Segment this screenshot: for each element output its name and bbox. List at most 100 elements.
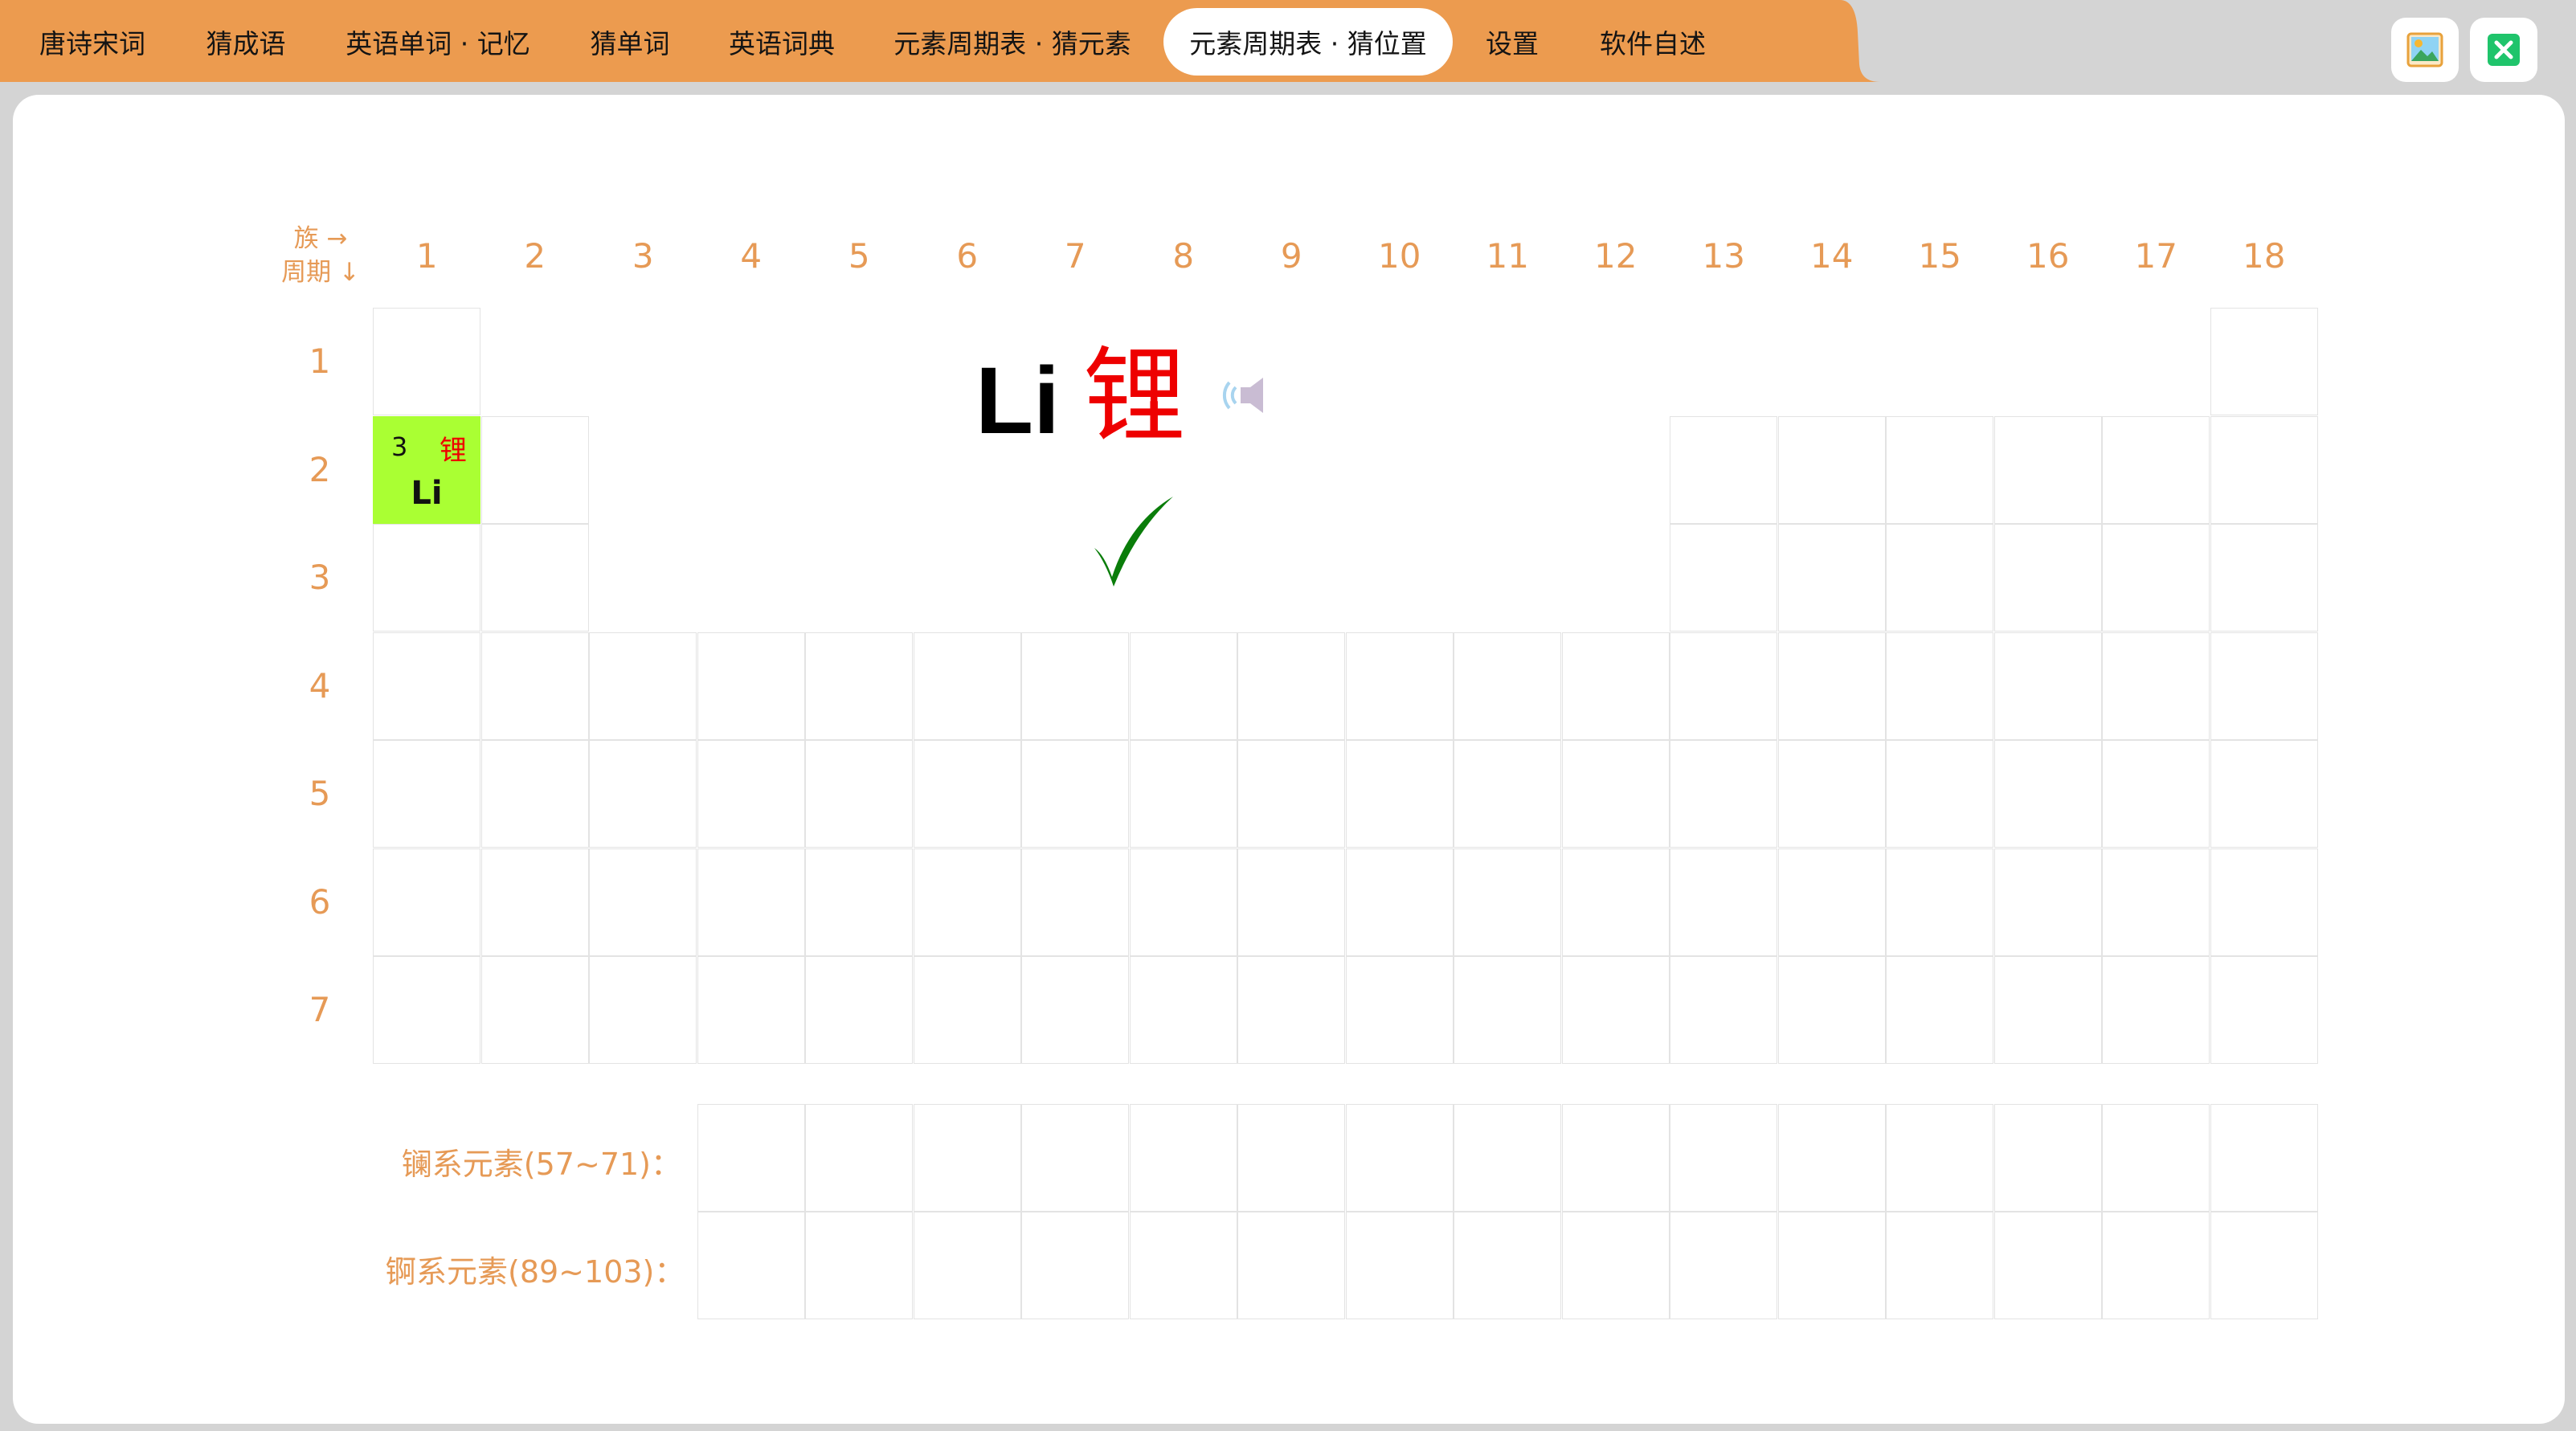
tab-idioms[interactable]: 猜成语 bbox=[186, 8, 305, 76]
actinide-cell-1[interactable] bbox=[697, 1212, 805, 1319]
table-cell-p4-g13[interactable] bbox=[1670, 632, 1777, 740]
tab-dictionary[interactable]: 英语词典 bbox=[707, 8, 857, 76]
table-cell-p6-g3[interactable] bbox=[589, 848, 697, 956]
table-cell-p6-g4[interactable] bbox=[697, 848, 805, 956]
table-cell-p2-g16[interactable] bbox=[1993, 415, 2102, 524]
actinide-cell-9[interactable] bbox=[1561, 1212, 1670, 1319]
table-cell-p5-g13[interactable] bbox=[1670, 740, 1777, 848]
table-cell-p5-g11[interactable] bbox=[1454, 740, 1561, 848]
table-cell-p4-g18[interactable] bbox=[2210, 632, 2318, 740]
placed-element-cell[interactable]: 3 锂 Li bbox=[373, 415, 480, 524]
table-cell-p3-g13[interactable] bbox=[1670, 524, 1777, 632]
table-cell-p5-g10[interactable] bbox=[1345, 740, 1454, 848]
table-cell-p7-g3[interactable] bbox=[589, 956, 697, 1064]
table-cell-p4-g4[interactable] bbox=[697, 632, 805, 740]
table-cell-p7-g7[interactable] bbox=[1021, 956, 1129, 1064]
table-cell-p4-g17[interactable] bbox=[2102, 632, 2210, 740]
table-cell-p6-g18[interactable] bbox=[2210, 848, 2318, 956]
lanthanide-cell-6[interactable] bbox=[1237, 1104, 1345, 1212]
table-cell-p2-g17[interactable] bbox=[2102, 415, 2210, 524]
table-cell-p6-g13[interactable] bbox=[1670, 848, 1777, 956]
table-cell-p1-g1[interactable] bbox=[373, 308, 480, 415]
table-cell-p7-g18[interactable] bbox=[2210, 956, 2318, 1064]
close-button[interactable] bbox=[2470, 18, 2537, 82]
table-cell-p5-g14[interactable] bbox=[1777, 740, 1886, 848]
table-cell-p7-g5[interactable] bbox=[805, 956, 913, 1064]
table-cell-p5-g3[interactable] bbox=[589, 740, 697, 848]
table-cell-p3-g2[interactable] bbox=[480, 524, 589, 632]
table-cell-p6-g11[interactable] bbox=[1454, 848, 1561, 956]
actinide-cell-12[interactable] bbox=[1886, 1212, 1993, 1319]
table-cell-p2-g13[interactable] bbox=[1670, 415, 1777, 524]
table-cell-p2-g18[interactable] bbox=[2210, 415, 2318, 524]
table-cell-p4-g6[interactable] bbox=[913, 632, 1021, 740]
table-cell-p6-g10[interactable] bbox=[1345, 848, 1454, 956]
table-cell-p6-g9[interactable] bbox=[1237, 848, 1345, 956]
actinide-cell-7[interactable] bbox=[1345, 1212, 1454, 1319]
table-cell-p6-g14[interactable] bbox=[1777, 848, 1886, 956]
table-cell-p6-g7[interactable] bbox=[1021, 848, 1129, 956]
table-cell-p4-g2[interactable] bbox=[480, 632, 589, 740]
table-cell-p3-g1[interactable] bbox=[373, 524, 480, 632]
table-cell-p4-g16[interactable] bbox=[1993, 632, 2102, 740]
table-cell-p4-g15[interactable] bbox=[1886, 632, 1993, 740]
table-cell-p5-g18[interactable] bbox=[2210, 740, 2318, 848]
table-cell-p6-g2[interactable] bbox=[480, 848, 589, 956]
table-cell-p5-g8[interactable] bbox=[1129, 740, 1237, 848]
table-cell-p3-g17[interactable] bbox=[2102, 524, 2210, 632]
tab-guess-position[interactable]: 元素周期表 · 猜位置 bbox=[1163, 8, 1453, 76]
table-cell-p7-g13[interactable] bbox=[1670, 956, 1777, 1064]
tab-guess-word[interactable]: 猜单词 bbox=[570, 8, 689, 76]
lanthanide-cell-8[interactable] bbox=[1454, 1104, 1561, 1212]
tab-about[interactable]: 软件自述 bbox=[1584, 8, 1721, 76]
table-cell-p5-g12[interactable] bbox=[1561, 740, 1670, 848]
tab-settings[interactable]: 设置 bbox=[1472, 8, 1552, 76]
lanthanide-cell-13[interactable] bbox=[1993, 1104, 2102, 1212]
actinide-cell-13[interactable] bbox=[1993, 1212, 2102, 1319]
table-cell-p7-g15[interactable] bbox=[1886, 956, 1993, 1064]
actinide-cell-3[interactable] bbox=[913, 1212, 1021, 1319]
table-cell-p4-g3[interactable] bbox=[589, 632, 697, 740]
lanthanide-cell-7[interactable] bbox=[1345, 1104, 1454, 1212]
table-cell-p6-g15[interactable] bbox=[1886, 848, 1993, 956]
tab-poems[interactable]: 唐诗宋词 bbox=[18, 8, 167, 76]
table-cell-p5-g7[interactable] bbox=[1021, 740, 1129, 848]
actinide-cell-6[interactable] bbox=[1237, 1212, 1345, 1319]
table-cell-p7-g6[interactable] bbox=[913, 956, 1021, 1064]
table-cell-p7-g1[interactable] bbox=[373, 956, 480, 1064]
lanthanide-cell-15[interactable] bbox=[2210, 1104, 2318, 1212]
table-cell-p6-g17[interactable] bbox=[2102, 848, 2210, 956]
table-cell-p5-g5[interactable] bbox=[805, 740, 913, 848]
table-cell-p5-g2[interactable] bbox=[480, 740, 589, 848]
table-cell-p6-g12[interactable] bbox=[1561, 848, 1670, 956]
lanthanide-cell-12[interactable] bbox=[1886, 1104, 1993, 1212]
lanthanide-cell-9[interactable] bbox=[1561, 1104, 1670, 1212]
table-cell-p7-g14[interactable] bbox=[1777, 956, 1886, 1064]
actinide-cell-4[interactable] bbox=[1021, 1212, 1129, 1319]
table-cell-p3-g14[interactable] bbox=[1777, 524, 1886, 632]
lanthanide-cell-1[interactable] bbox=[697, 1104, 805, 1212]
tab-guess-element[interactable]: 元素周期表 · 猜元素 bbox=[876, 8, 1149, 76]
table-cell-p5-g4[interactable] bbox=[697, 740, 805, 848]
actinide-cell-8[interactable] bbox=[1454, 1212, 1561, 1319]
lanthanide-cell-10[interactable] bbox=[1670, 1104, 1777, 1212]
table-cell-p2-g15[interactable] bbox=[1886, 415, 1993, 524]
table-cell-p4-g10[interactable] bbox=[1345, 632, 1454, 740]
table-cell-p7-g17[interactable] bbox=[2102, 956, 2210, 1064]
table-cell-p7-g12[interactable] bbox=[1561, 956, 1670, 1064]
table-cell-p1-g18[interactable] bbox=[2210, 308, 2318, 415]
lanthanide-cell-4[interactable] bbox=[1021, 1104, 1129, 1212]
actinide-cell-5[interactable] bbox=[1129, 1212, 1237, 1319]
table-cell-p5-g16[interactable] bbox=[1993, 740, 2102, 848]
lanthanide-cell-5[interactable] bbox=[1129, 1104, 1237, 1212]
table-cell-p7-g9[interactable] bbox=[1237, 956, 1345, 1064]
actinide-cell-14[interactable] bbox=[2102, 1212, 2210, 1319]
table-cell-p4-g14[interactable] bbox=[1777, 632, 1886, 740]
table-cell-p7-g16[interactable] bbox=[1993, 956, 2102, 1064]
table-cell-p7-g10[interactable] bbox=[1345, 956, 1454, 1064]
table-cell-p6-g16[interactable] bbox=[1993, 848, 2102, 956]
table-cell-p4-g1[interactable] bbox=[373, 632, 480, 740]
table-cell-p6-g5[interactable] bbox=[805, 848, 913, 956]
actinide-cell-10[interactable] bbox=[1670, 1212, 1777, 1319]
table-cell-p4-g12[interactable] bbox=[1561, 632, 1670, 740]
